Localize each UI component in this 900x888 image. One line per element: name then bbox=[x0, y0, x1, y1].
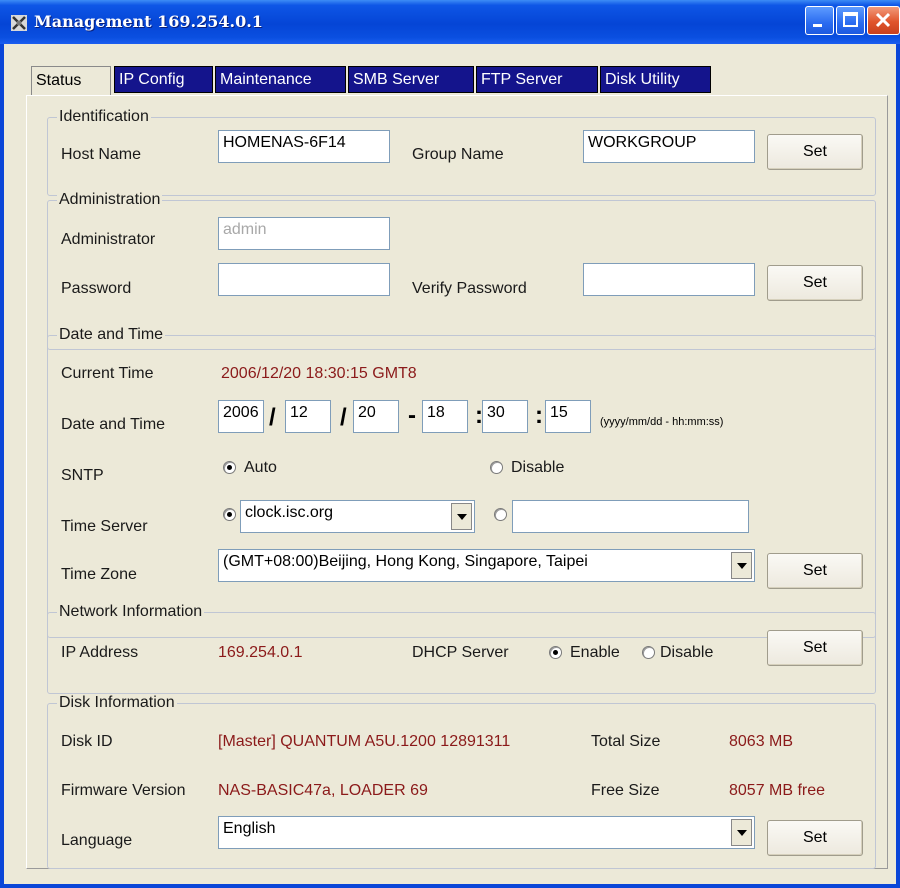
dhcp-enable-label[interactable]: Enable bbox=[570, 644, 620, 662]
administrator-label: Administrator bbox=[61, 231, 156, 248]
time-server-custom-input[interactable] bbox=[512, 500, 749, 533]
total-size-label: Total Size bbox=[591, 733, 661, 750]
time-server-custom-radio[interactable] bbox=[494, 508, 507, 521]
date-time-legend: Date and Time bbox=[57, 326, 166, 344]
day-input[interactable]: 20 bbox=[353, 400, 399, 433]
date-separator: / bbox=[269, 404, 276, 431]
administrator-input: admin bbox=[218, 217, 390, 250]
verify-password-label: Verify Password bbox=[412, 280, 527, 297]
time-server-label: Time Server bbox=[61, 518, 148, 535]
month-input[interactable]: 12 bbox=[285, 400, 331, 433]
app-icon bbox=[11, 15, 27, 31]
group-name-label: Group Name bbox=[412, 146, 504, 163]
close-button[interactable] bbox=[867, 6, 900, 35]
client-area: Status IP Config Maintenance SMB Server … bbox=[4, 44, 896, 884]
minimize-icon bbox=[813, 24, 822, 27]
language-select[interactable]: English bbox=[218, 816, 755, 849]
dropdown-arrow-icon[interactable] bbox=[731, 552, 752, 579]
second-input[interactable]: 15 bbox=[545, 400, 591, 433]
title-bar[interactable]: Management 169.254.0.1 bbox=[0, 0, 900, 44]
network-set-button[interactable]: Set bbox=[767, 630, 863, 666]
current-time-value: 2006/12/20 18:30:15 GMT8 bbox=[221, 365, 417, 382]
network-information-legend: Network Information bbox=[57, 603, 205, 621]
administration-group: Administration Administrator admin Passw… bbox=[47, 191, 876, 350]
tab-smb-server[interactable]: SMB Server bbox=[348, 66, 474, 93]
administration-legend: Administration bbox=[57, 191, 163, 209]
time-zone-value: (GMT+08:00)Beijing, Hong Kong, Singapore… bbox=[223, 553, 588, 570]
free-size-value: 8057 MB free bbox=[729, 782, 826, 799]
time-separator: : bbox=[535, 402, 543, 429]
language-value: English bbox=[223, 820, 276, 837]
password-input[interactable] bbox=[218, 263, 390, 296]
dropdown-arrow-icon[interactable] bbox=[731, 819, 752, 846]
year-input[interactable]: 2006 bbox=[218, 400, 264, 433]
date-separator: / bbox=[340, 404, 347, 431]
management-window: Management 169.254.0.1 Status IP Config … bbox=[0, 0, 900, 888]
maximize-icon bbox=[843, 12, 858, 27]
time-server-list-radio[interactable] bbox=[223, 508, 236, 521]
close-icon bbox=[875, 12, 891, 28]
tab-ip-config[interactable]: IP Config bbox=[114, 66, 213, 93]
date-format-hint: (yyyy/mm/dd - hh:mm:ss) bbox=[600, 416, 724, 428]
dhcp-enable-radio[interactable] bbox=[549, 646, 562, 659]
sntp-auto-label[interactable]: Auto bbox=[244, 459, 277, 477]
dhcp-disable-radio[interactable] bbox=[642, 646, 655, 659]
date-time-group: Date and Time Current Time 2006/12/20 18… bbox=[47, 326, 876, 638]
minute-input[interactable]: 30 bbox=[482, 400, 528, 433]
time-server-select[interactable]: clock.isc.org bbox=[240, 500, 475, 533]
disk-id-label: Disk ID bbox=[61, 733, 113, 750]
disk-information-legend: Disk Information bbox=[57, 694, 177, 712]
host-name-label: Host Name bbox=[61, 146, 142, 163]
tab-disk-utility[interactable]: Disk Utility bbox=[600, 66, 711, 93]
network-information-group: Network Information IP Address 169.254.0… bbox=[47, 603, 876, 694]
sntp-auto-radio[interactable] bbox=[223, 461, 236, 474]
dhcp-disable-label[interactable]: Disable bbox=[660, 644, 713, 662]
sntp-label: SNTP bbox=[61, 467, 104, 484]
tab-maintenance[interactable]: Maintenance bbox=[215, 66, 346, 93]
sntp-disable-radio[interactable] bbox=[490, 461, 503, 474]
identification-set-button[interactable]: Set bbox=[767, 134, 863, 170]
identification-group: Identification Host Name HOMENAS-6F14 Gr… bbox=[47, 108, 876, 196]
language-label: Language bbox=[61, 832, 133, 849]
host-name-input[interactable]: HOMENAS-6F14 bbox=[218, 130, 390, 163]
window-title: Management 169.254.0.1 bbox=[34, 12, 263, 31]
total-size-value: 8063 MB bbox=[729, 733, 794, 750]
free-size-label: Free Size bbox=[591, 782, 660, 799]
identification-legend: Identification bbox=[57, 108, 151, 126]
ip-address-value: 169.254.0.1 bbox=[218, 644, 303, 661]
firmware-version-value: NAS-BASIC47a, LOADER 69 bbox=[218, 782, 428, 799]
time-server-value: clock.isc.org bbox=[245, 504, 334, 521]
date-time-separator: - bbox=[408, 402, 416, 429]
administration-set-button[interactable]: Set bbox=[767, 265, 863, 301]
current-time-label: Current Time bbox=[61, 365, 154, 382]
hour-input[interactable]: 18 bbox=[422, 400, 468, 433]
date-time-label: Date and Time bbox=[61, 416, 166, 433]
group-name-input[interactable]: WORKGROUP bbox=[583, 130, 755, 163]
language-set-button[interactable]: Set bbox=[767, 820, 863, 856]
minimize-button[interactable] bbox=[805, 6, 834, 35]
password-label: Password bbox=[61, 280, 132, 297]
firmware-version-label: Firmware Version bbox=[61, 782, 186, 799]
dropdown-arrow-icon[interactable] bbox=[451, 503, 472, 530]
tab-ftp-server[interactable]: FTP Server bbox=[476, 66, 598, 93]
date-time-set-button[interactable]: Set bbox=[767, 553, 863, 589]
ip-address-label: IP Address bbox=[61, 644, 139, 661]
verify-password-input[interactable] bbox=[583, 263, 755, 296]
sntp-disable-label[interactable]: Disable bbox=[511, 459, 564, 477]
time-zone-select[interactable]: (GMT+08:00)Beijing, Hong Kong, Singapore… bbox=[218, 549, 755, 582]
tab-status[interactable]: Status bbox=[31, 66, 111, 96]
dhcp-server-label: DHCP Server bbox=[412, 644, 509, 661]
disk-information-group: Disk Information Disk ID [Master] QUANTU… bbox=[47, 694, 876, 869]
time-zone-label: Time Zone bbox=[61, 566, 137, 583]
disk-id-value: [Master] QUANTUM A5U.1200 12891311 bbox=[218, 733, 511, 750]
maximize-button[interactable] bbox=[836, 6, 865, 35]
